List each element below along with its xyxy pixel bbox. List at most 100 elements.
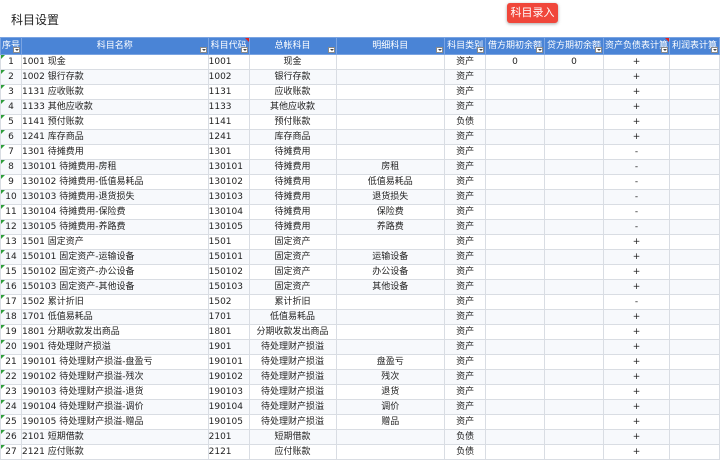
balance-sheet-cell[interactable]: + [603,99,670,115]
account-name-cell[interactable]: 1133 其他应收款 [20,99,209,115]
balance-sheet-cell[interactable]: - [603,144,670,160]
balance-sheet-cell[interactable]: - [603,294,670,310]
debit-opening-cell[interactable] [485,444,546,460]
filter-dropdown-icon[interactable] [536,47,544,53]
account-code-cell[interactable]: 1301 [207,144,250,160]
account-code-cell[interactable]: 1901 [207,339,250,355]
column-header-credit-opening[interactable]: 贷方期初余额 [544,37,604,55]
income-statement-cell[interactable] [668,204,720,220]
account-name-cell[interactable]: 1131 应收账款 [20,84,209,100]
income-statement-cell[interactable] [668,369,720,385]
account-code-cell[interactable]: 1133 [207,99,250,115]
debit-opening-cell[interactable] [485,414,546,430]
detail-account-cell[interactable]: 其他设备 [335,279,446,295]
general-ledger-cell[interactable]: 待摊费用 [248,144,337,160]
account-type-cell[interactable]: 资产 [444,144,487,160]
filter-dropdown-icon[interactable] [240,47,248,53]
account-type-cell[interactable]: 资产 [444,189,487,205]
debit-opening-cell[interactable] [485,264,546,280]
general-ledger-cell[interactable]: 固定资产 [248,279,337,295]
general-ledger-cell[interactable]: 待处理财产损溢 [248,399,337,415]
account-type-cell[interactable]: 资产 [444,54,487,70]
account-type-cell[interactable]: 资产 [444,339,487,355]
general-ledger-cell[interactable]: 应收账款 [248,84,337,100]
general-ledger-cell[interactable]: 待摊费用 [248,159,337,175]
account-entry-button[interactable]: 科目录入 [507,3,558,23]
detail-account-cell[interactable] [335,309,446,325]
credit-opening-cell[interactable] [544,414,604,430]
seq-cell[interactable]: 20 [0,339,22,355]
account-name-cell[interactable]: 1502 累计折旧 [20,294,209,310]
income-statement-cell[interactable] [668,159,720,175]
account-code-cell[interactable]: 190105 [207,414,250,430]
balance-sheet-cell[interactable]: + [603,399,670,415]
credit-opening-cell[interactable] [544,354,604,370]
balance-sheet-cell[interactable]: + [603,84,670,100]
account-name-cell[interactable]: 130102 待摊费用-低值易耗品 [20,174,209,190]
debit-opening-cell[interactable] [485,324,546,340]
account-code-cell[interactable]: 1131 [207,84,250,100]
credit-opening-cell[interactable] [544,279,604,295]
detail-account-cell[interactable] [335,234,446,250]
general-ledger-cell[interactable]: 待处理财产损溢 [248,354,337,370]
detail-account-cell[interactable] [335,324,446,340]
balance-sheet-cell[interactable]: + [603,309,670,325]
balance-sheet-cell[interactable]: + [603,324,670,340]
detail-account-cell[interactable] [335,339,446,355]
detail-account-cell[interactable]: 保险费 [335,204,446,220]
account-name-cell[interactable]: 1001 现金 [20,54,209,70]
debit-opening-cell[interactable] [485,429,546,445]
detail-account-cell[interactable] [335,144,446,160]
general-ledger-cell[interactable]: 银行存款 [248,69,337,85]
credit-opening-cell[interactable] [544,204,604,220]
seq-cell[interactable]: 23 [0,384,22,400]
detail-account-cell[interactable]: 低值易耗品 [335,174,446,190]
column-header-debit-opening[interactable]: 借方期初余额 [485,37,546,55]
account-name-cell[interactable]: 190104 待处理财产损溢-调价 [20,399,209,415]
balance-sheet-cell[interactable]: + [603,249,670,265]
credit-opening-cell[interactable] [544,189,604,205]
debit-opening-cell[interactable] [485,279,546,295]
general-ledger-cell[interactable]: 固定资产 [248,234,337,250]
debit-opening-cell[interactable] [485,219,546,235]
seq-cell[interactable]: 4 [0,99,22,115]
income-statement-cell[interactable] [668,174,720,190]
income-statement-cell[interactable] [668,189,720,205]
credit-opening-cell[interactable] [544,174,604,190]
account-code-cell[interactable]: 150102 [207,264,250,280]
filter-dropdown-icon[interactable] [327,47,335,53]
account-type-cell[interactable]: 资产 [444,99,487,115]
seq-cell[interactable]: 11 [0,204,22,220]
credit-opening-cell[interactable] [544,84,604,100]
general-ledger-cell[interactable]: 低值易耗品 [248,309,337,325]
general-ledger-cell[interactable]: 待摊费用 [248,219,337,235]
account-name-cell[interactable]: 150101 固定资产-运输设备 [20,249,209,265]
debit-opening-cell[interactable] [485,339,546,355]
detail-account-cell[interactable] [335,54,446,70]
general-ledger-cell[interactable]: 应付账款 [248,444,337,460]
column-header-account-code[interactable]: 科目代码 [207,37,250,55]
balance-sheet-cell[interactable]: - [603,219,670,235]
account-code-cell[interactable]: 190104 [207,399,250,415]
account-code-cell[interactable]: 1241 [207,129,250,145]
debit-opening-cell[interactable] [485,249,546,265]
income-statement-cell[interactable] [668,219,720,235]
seq-cell[interactable]: 19 [0,324,22,340]
income-statement-cell[interactable] [668,144,720,160]
balance-sheet-cell[interactable]: + [603,264,670,280]
seq-cell[interactable]: 6 [0,129,22,145]
balance-sheet-cell[interactable]: + [603,279,670,295]
seq-cell[interactable]: 27 [0,444,22,460]
account-code-cell[interactable]: 130105 [207,219,250,235]
income-statement-cell[interactable] [668,279,720,295]
debit-opening-cell[interactable] [485,234,546,250]
account-name-cell[interactable]: 130104 待摊费用-保险费 [20,204,209,220]
account-name-cell[interactable]: 1141 预付账款 [20,114,209,130]
filter-dropdown-icon[interactable] [660,47,668,53]
account-code-cell[interactable]: 130102 [207,174,250,190]
general-ledger-cell[interactable]: 待处理财产损溢 [248,339,337,355]
seq-cell[interactable]: 5 [0,114,22,130]
account-name-cell[interactable]: 130105 待摊费用-养路费 [20,219,209,235]
detail-account-cell[interactable]: 赠品 [335,414,446,430]
column-header-balance-sheet[interactable]: 资产负债表计算 [603,37,670,55]
